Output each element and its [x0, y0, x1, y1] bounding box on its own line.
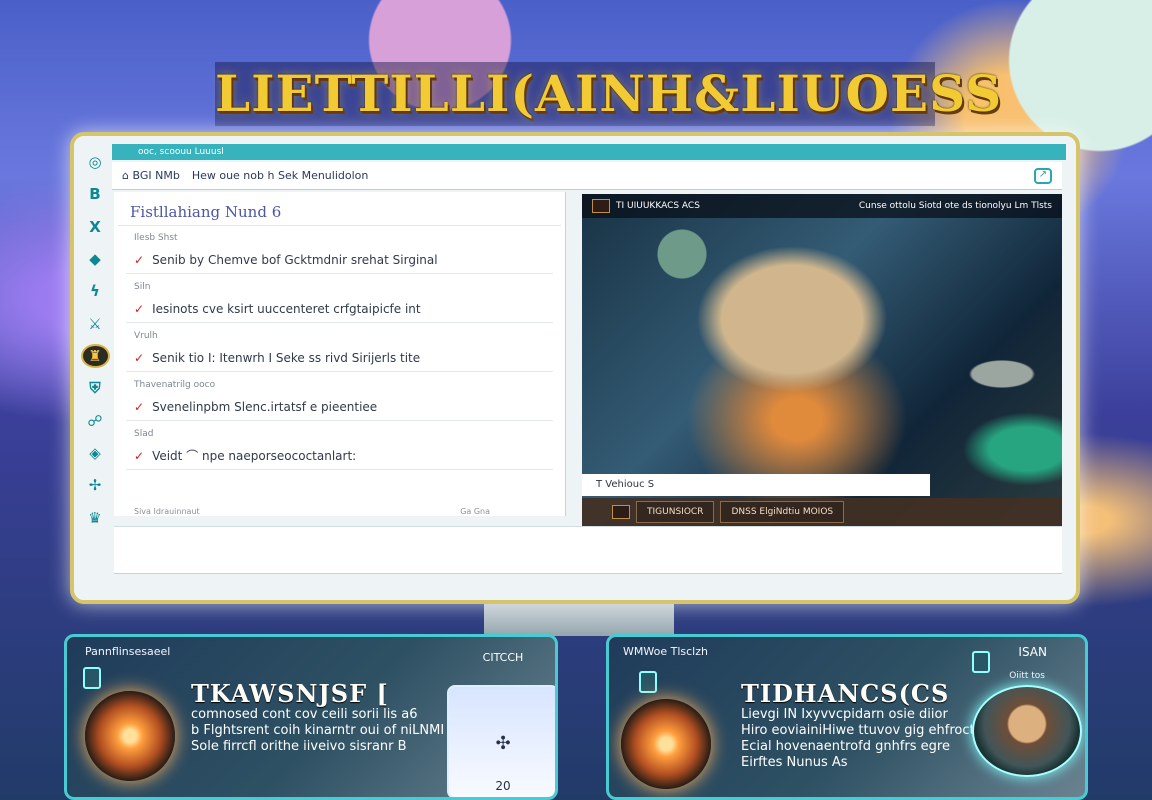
relic-icon: [83, 667, 101, 689]
task-text: Veidt ⌒ npe naeporseococtanlart:: [152, 449, 357, 463]
character-portrait[interactable]: [972, 685, 1082, 777]
task-text: Iesinots cve ksirt uuccenteret crfgtaipi…: [152, 302, 421, 316]
share-icon[interactable]: ↗: [1034, 167, 1052, 184]
game-header: TI UIUUKKACS ACS Cunse ottolu Siotd ote …: [582, 194, 1062, 218]
sidebar-navigation: ◎ B X ◆ ϟ ⚔ ♜ ⛨ ☍ ◈ ✢ ♛: [78, 144, 112, 528]
preview-count: 20: [495, 779, 511, 793]
shield-icon[interactable]: ⛨: [83, 378, 108, 398]
card-label: WMWoe Tlsclzh: [623, 645, 708, 658]
address-text[interactable]: Hew oue nob h Sek Menulidolon: [192, 169, 1022, 182]
sparkle-icon: ✣: [495, 733, 511, 754]
task-text: Senib by Chemve bof Gcktmdnir srehat Sir…: [152, 253, 438, 267]
game-status-bar: TIGUNSIOCR DNSS ElgiNdtiu MOIOS: [582, 498, 1062, 526]
card-description-line: Hiro eoviainiHiwe ttuvov gig ehfrocte: [741, 723, 983, 738]
address-bar[interactable]: ⌂ BGI NMb Hew oue nob h Sek Menulidolon …: [112, 162, 1062, 190]
game-preview-panel[interactable]: TI UIUUKKACS ACS Cunse ottolu Siotd ote …: [582, 194, 1062, 526]
game-logo-title: LIETTILLI(AINH&LIUOESS: [215, 62, 1001, 126]
check-icon: ✓: [134, 302, 145, 316]
task-row[interactable]: ✓ Svenelinpbm Slenc.irtatsf e pieentiee: [126, 393, 553, 421]
game-card-left[interactable]: Pannflinsesaeel TKAWSNJSF [ comnosed con…: [64, 634, 558, 800]
task-row[interactable]: ✓ Senik tio I: Itenwrh I Seke ss rivd Si…: [126, 344, 553, 372]
footer-left-text: Siva Idrauinnaut: [134, 507, 200, 516]
home-label[interactable]: ⌂ BGI NMb: [122, 169, 180, 182]
crystal-icon[interactable]: ◆: [83, 249, 108, 269]
game-caption: T Vehiouc S: [582, 474, 930, 496]
crown-icon[interactable]: ♛: [83, 508, 108, 528]
card-title: TIDHANCS(CS: [741, 679, 950, 708]
card-description-line: Sole firrcfl orithe iiveivo sisranr B: [191, 739, 407, 754]
task-panel: Fistllahiang Nund 6 Ilesb Shst ✓ Senib b…: [114, 192, 566, 516]
task-text: Senik tio I: Itenwrh I Seke ss rivd Siri…: [152, 351, 421, 365]
top-status-strip: ooc, scoouu Luuusl: [112, 144, 1066, 160]
book-icon[interactable]: B: [83, 184, 108, 204]
preview-top-label: CITCCH: [482, 651, 524, 664]
task-row[interactable]: ✓ Veidt ⌒ npe naeporseococtanlart:: [126, 442, 553, 470]
bottom-input-pane[interactable]: [114, 526, 1062, 574]
game-title: TI UIUUKKACS ACS: [592, 199, 700, 213]
section-label: Ilesb Shst: [134, 233, 178, 243]
crest-icon[interactable]: ♜: [82, 345, 108, 367]
status-chip-left[interactable]: TIGUNSIOCR: [636, 501, 715, 523]
card-description-line: Eirftes Nunus As: [741, 755, 848, 770]
runner-icon[interactable]: ☍: [83, 411, 108, 431]
task-footer: Siva Idrauinnaut Ga Gna: [134, 507, 490, 516]
check-icon: ✓: [134, 400, 145, 414]
card-description: comnosed cont cov ceili sorii lis a6 b F…: [191, 707, 444, 755]
monitor-stand: [484, 604, 674, 636]
task-row[interactable]: ✓ Iesinots cve ksirt uuccenteret crfgtai…: [126, 295, 553, 323]
fire-orb-icon: [621, 699, 711, 789]
card-meta: ISAN: [1018, 645, 1047, 659]
card-description-line: Ecial hovenaentrofd gnhfrs egre: [741, 739, 950, 754]
shell-icon[interactable]: ✢: [83, 475, 108, 495]
check-icon: ✓: [134, 351, 145, 365]
card-description: Lievgi IN Ixyvvcpidarn osie diior Hiro e…: [741, 707, 983, 771]
sword-icon[interactable]: ⚔: [83, 314, 108, 334]
group-label: Siln: [134, 282, 151, 292]
status-badge-icon: [612, 505, 630, 519]
card-description-line: b Flghtsrent coih kinarntr oui of niLNMI: [191, 723, 445, 738]
task-text: Svenelinpbm Slenc.irtatsf e pieentiee: [152, 400, 378, 414]
card-preview-frame[interactable]: CITCCH ✣ 20: [447, 651, 555, 797]
lightning-icon[interactable]: ϟ: [83, 281, 108, 301]
card-submeta: Oiitt tos: [1009, 671, 1045, 681]
game-header-meta: Cunse ottolu Siotd ote ds tionolyu Lm Tl…: [858, 201, 1052, 211]
card-label: Pannflinsesaeel: [85, 645, 171, 658]
card-description-line: Lievgi IN Ixyvvcpidarn osie diior: [741, 707, 948, 722]
fire-orb-icon: [85, 691, 175, 781]
group-label: Vrulh: [134, 331, 158, 341]
desktop-monitor: ◎ B X ◆ ϟ ⚔ ♜ ⛨ ☍ ◈ ✢ ♛ ooc, scoouu Luuu…: [70, 132, 1080, 604]
cube-icon: [972, 651, 990, 673]
group-label: Thavenatrilg ooco: [134, 380, 216, 390]
gem-icon[interactable]: ◈: [83, 443, 108, 463]
check-icon: ✓: [134, 253, 145, 267]
target-icon[interactable]: ◎: [83, 152, 108, 172]
card-description-line: comnosed cont cov ceili sorii lis a6: [191, 707, 418, 722]
x-icon[interactable]: X: [83, 217, 108, 237]
group-label: Slad: [134, 429, 154, 439]
status-chip-right[interactable]: DNSS ElgiNdtiu MOIOS: [720, 501, 845, 523]
card-title: TKAWSNJSF [: [191, 679, 389, 708]
task-panel-title: Fistllahiang Nund 6: [118, 200, 561, 226]
relic-icon: [639, 671, 657, 693]
game-badge-icon: [592, 199, 610, 213]
check-icon: ✓: [134, 449, 145, 463]
game-card-right[interactable]: WMWoe Tlsclzh TIDHANCS(CS Lievgi IN Ixyv…: [606, 634, 1088, 800]
game-title-text: TI UIUUKKACS ACS: [616, 201, 700, 211]
main-content: Fistllahiang Nund 6 Ilesb Shst ✓ Senib b…: [114, 192, 1062, 526]
task-row[interactable]: ✓ Senib by Chemve bof Gcktmdnir srehat S…: [126, 246, 553, 274]
footer-right-text: Ga Gna: [460, 507, 491, 516]
